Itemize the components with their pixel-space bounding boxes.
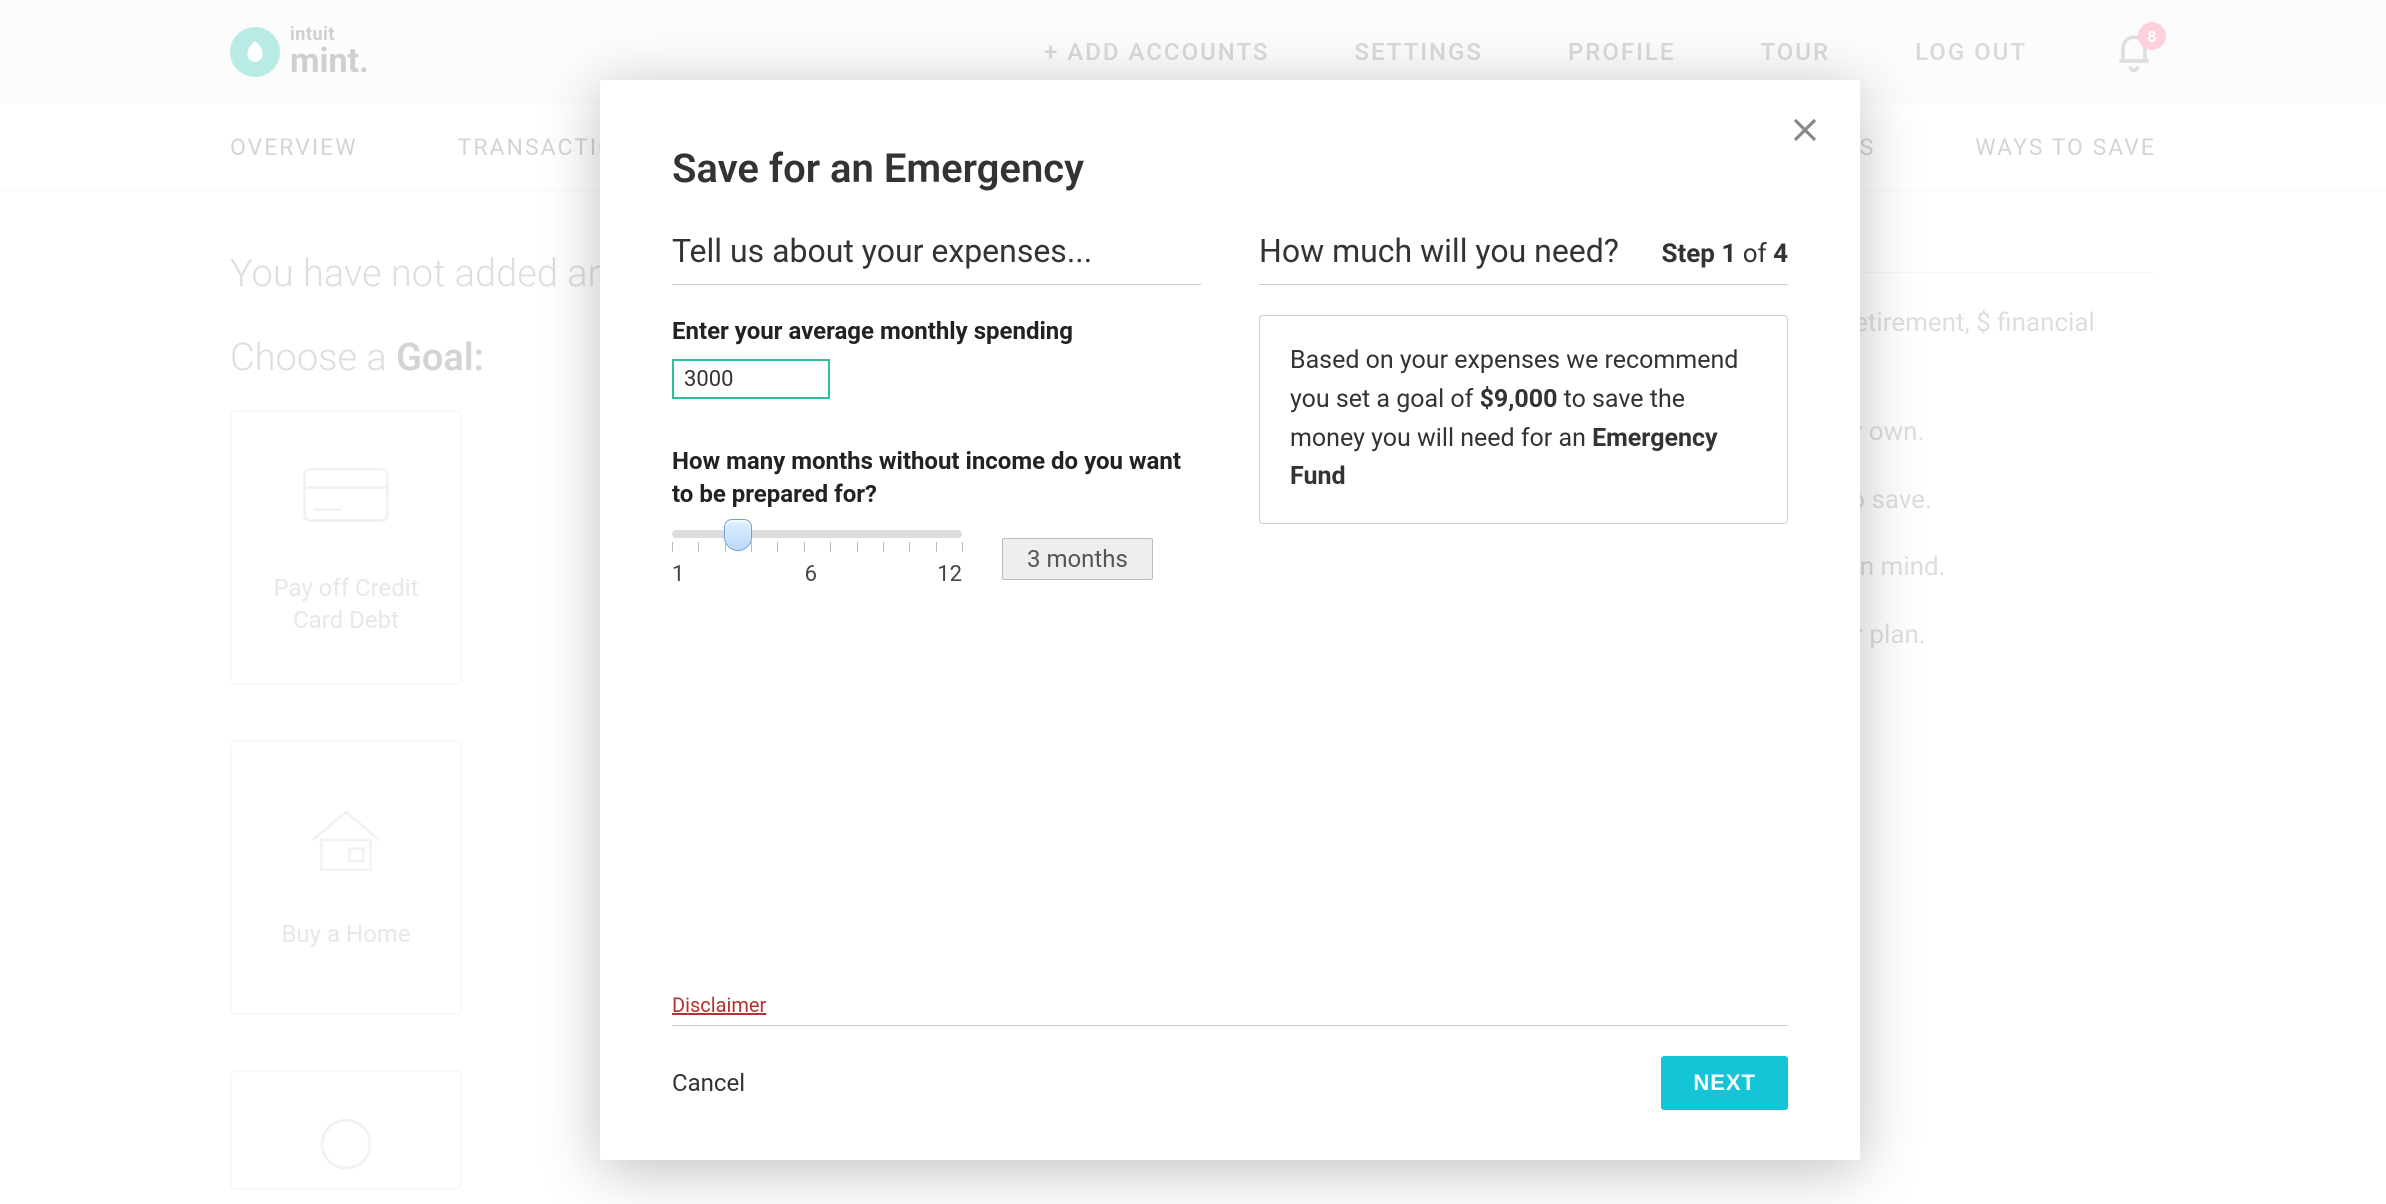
slider-max-label: 12 xyxy=(937,562,962,587)
modal-title: Save for an Emergency xyxy=(672,145,1788,192)
months-value-display: 3 months xyxy=(1002,538,1153,580)
slider-min-label: 1 xyxy=(672,562,684,587)
close-icon xyxy=(1790,130,1820,149)
spending-label: Enter your average monthly spending xyxy=(672,315,1201,347)
step-indicator: Step 1 of 4 xyxy=(1661,239,1788,269)
emergency-modal: Save for an Emergency Tell us about your… xyxy=(600,80,1860,1160)
close-button[interactable] xyxy=(1790,115,1820,145)
modal-footer: Disclaimer Cancel NEXT xyxy=(672,993,1788,1110)
disclaimer-link[interactable]: Disclaimer xyxy=(672,993,766,1017)
modal-left-column: Tell us about your expenses... Enter you… xyxy=(672,232,1201,993)
reco-amount: $9,000 xyxy=(1480,385,1558,414)
recommendation-box: Based on your expenses we recommend you … xyxy=(1259,315,1788,524)
step-of: of xyxy=(1736,239,1773,269)
left-column-heading: Tell us about your expenses... xyxy=(672,232,1092,270)
slider-mid-label: 6 xyxy=(805,562,817,587)
step-total: 4 xyxy=(1773,239,1788,269)
step-label: Step xyxy=(1661,239,1721,269)
right-column-heading: How much will you need? xyxy=(1259,232,1619,270)
months-slider[interactable]: 1 6 12 xyxy=(672,530,962,587)
spending-input[interactable] xyxy=(672,359,830,399)
modal-right-column: How much will you need? Step 1 of 4 Base… xyxy=(1259,232,1788,993)
step-current: 1 xyxy=(1721,239,1736,269)
cancel-button[interactable]: Cancel xyxy=(672,1069,745,1097)
months-label: How many months without income do you wa… xyxy=(672,445,1201,510)
next-button[interactable]: NEXT xyxy=(1661,1056,1788,1110)
